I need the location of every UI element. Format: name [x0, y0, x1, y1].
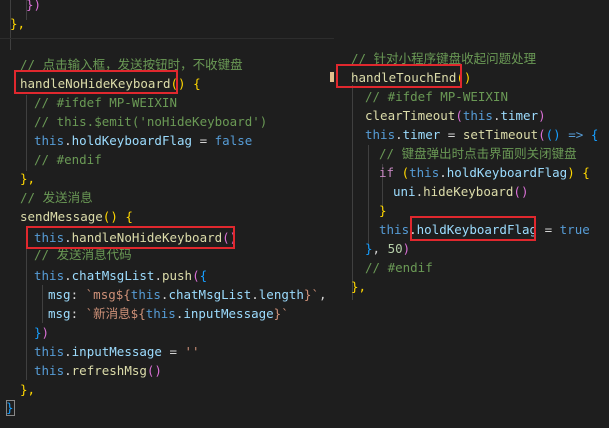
code-line: msg: `新消息${this.inputMessage}`	[48, 306, 289, 321]
indent-guide	[26, 95, 27, 171]
modified-line-marker	[330, 72, 334, 82]
highlight-box-handleTouchEnd	[336, 64, 462, 88]
code-line: // #endif	[34, 152, 102, 167]
indent-guide	[42, 285, 43, 323]
code-line: this.holdKeyboardFlag = false	[34, 133, 253, 148]
code-line: })	[34, 325, 50, 340]
code-line: msg: `msg${this.chatMsgList.length}`,	[48, 287, 327, 302]
code-line: if (this.holdKeyboardFlag) {	[379, 165, 590, 180]
indent-guide	[352, 85, 353, 300]
highlight-box-handleNoHideKeyboard-def	[14, 70, 178, 94]
code-line: })	[26, 0, 42, 12]
section-divider	[0, 38, 334, 39]
code-line: },	[20, 382, 36, 397]
bracket-match-box	[6, 400, 15, 416]
indent-guide	[26, 228, 27, 380]
code-line: uni.hideKeyboard()	[393, 184, 529, 199]
code-line: sendMessage() {	[20, 209, 133, 224]
indent-guide	[368, 145, 369, 245]
code-line: this.timer = setTimeout(() => {	[365, 127, 599, 142]
code-line: this.refreshMsg()	[34, 363, 162, 378]
code-line: },	[10, 16, 26, 31]
code-line: this.chatMsgList.push({	[34, 268, 208, 283]
code-line: },	[20, 171, 36, 186]
code-line: }, 50)	[365, 241, 411, 256]
right-code-editor[interactable]: // 针对小程序键盘收起问题处理 handleTouchEnd() // #if…	[330, 40, 609, 305]
code-line: // #ifdef MP-WEIXIN	[365, 89, 508, 104]
code-line: // #ifdef MP-WEIXIN	[34, 95, 177, 110]
highlight-box-handleNoHideKeyboard-call	[26, 226, 235, 249]
code-line: // 发送消息	[20, 190, 93, 205]
code-line: clearTimeout(this.timer)	[365, 108, 546, 123]
code-line: this.inputMessage = ''	[34, 344, 200, 359]
code-line: }	[379, 203, 387, 218]
code-line: // #endif	[365, 260, 433, 275]
code-line: // this.$emit('noHideKeyboard')	[34, 114, 268, 129]
code-line: // 键盘弹出时点击界面则关闭键盘	[379, 146, 577, 161]
code-line: },	[351, 279, 367, 294]
highlight-box-holdKeyboardFlag	[410, 216, 536, 241]
